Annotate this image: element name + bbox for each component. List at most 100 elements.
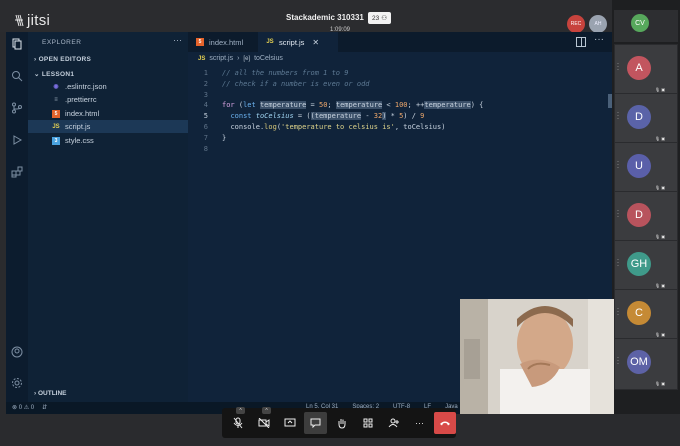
- explorer-header: EXPLORER: [42, 39, 82, 46]
- chevron-right-icon: ›: [237, 55, 240, 62]
- more-actions-icon[interactable]: ···: [594, 34, 604, 45]
- search-icon[interactable]: [9, 68, 25, 84]
- project-folder[interactable]: ⌄ LESSON1: [34, 70, 74, 78]
- chat-icon: [310, 418, 321, 428]
- file-style-css[interactable]: 3 style.css: [28, 134, 188, 147]
- project-folder-label: LESSON1: [41, 71, 75, 78]
- line-number: 3: [203, 90, 208, 99]
- jitsi-logo[interactable]: jitsi: [14, 12, 50, 29]
- local-video[interactable]: [460, 299, 614, 415]
- camera-off-icon: [258, 418, 269, 428]
- breadcrumb-symbol[interactable]: toCelsius: [254, 55, 283, 62]
- chat-button[interactable]: [304, 412, 327, 434]
- file-script-js[interactable]: JS script.js: [28, 120, 188, 133]
- prettier-icon: ≡: [54, 96, 58, 103]
- file-name: index.html: [65, 109, 100, 118]
- chevron-up-icon[interactable]: ^: [262, 407, 271, 414]
- participant-tile[interactable]: · · · C 🎙 ▣: [614, 289, 678, 341]
- variable-icon: [e]: [243, 55, 251, 62]
- participants-icon: ⚇: [381, 15, 388, 22]
- line-number: 7: [203, 133, 208, 142]
- account-icon[interactable]: [9, 344, 25, 360]
- outline-section[interactable]: › OUTLINE: [34, 390, 67, 397]
- eslint-icon: ◉: [53, 84, 59, 90]
- tile-menu-icon[interactable]: · · ·: [617, 306, 619, 318]
- file-name: .eslintrc.json: [65, 82, 107, 91]
- participant-tile[interactable]: · · · A 🎙 ▣: [614, 44, 678, 96]
- open-editors-label: OPEN EDITORS: [38, 56, 92, 63]
- code-line: 5 const toCelsius = ((temperature - 32) …: [188, 111, 612, 122]
- tile-menu-icon[interactable]: · · ·: [617, 355, 619, 367]
- status-left: ⊗ 0 ⚠ 0 ⇵: [12, 404, 47, 411]
- split-editor-icon[interactable]: [576, 37, 586, 47]
- tab-index-html[interactable]: 5 index.html: [188, 32, 258, 52]
- chevron-down-icon: ⌄: [34, 71, 40, 78]
- muted-status-icon: 🎙 ▣: [655, 87, 665, 92]
- source-control-icon[interactable]: [9, 100, 25, 116]
- mute-button[interactable]: ^: [226, 407, 249, 434]
- participant-count: 23: [372, 14, 380, 22]
- recording-badge: REC: [567, 15, 585, 33]
- raise-hand-button[interactable]: [330, 412, 353, 434]
- more-actions-icon[interactable]: ···: [173, 35, 182, 45]
- live-share-icon[interactable]: ⇵: [42, 404, 47, 411]
- code-line: 7}: [188, 133, 612, 144]
- more-button[interactable]: ···: [408, 412, 431, 434]
- muted-status-icon: 🎙 ▣: [655, 332, 665, 337]
- tile-menu-icon[interactable]: · · ·: [617, 61, 619, 73]
- invite-icon: [388, 418, 399, 428]
- participant-tile[interactable]: · · · U 🎙 ▣: [614, 142, 678, 194]
- invite-button[interactable]: [382, 412, 405, 434]
- participant-count-badge[interactable]: 23 ⚇: [368, 12, 392, 24]
- explorer-sidebar: EXPLORER ··· › OPEN EDITORS ⌄ LESSON1 ◉ …: [28, 32, 188, 402]
- tile-view-button[interactable]: [356, 412, 379, 434]
- code-line: 2// check if a number is even or odd: [188, 79, 612, 90]
- tile-menu-icon[interactable]: · · ·: [617, 208, 619, 220]
- participant-tile[interactable]: CV: [614, 10, 678, 42]
- file-eslintrc[interactable]: ◉ .eslintrc.json: [28, 80, 188, 93]
- participant-tile[interactable]: · · · GH 🎙 ▣: [614, 240, 678, 292]
- tab-script-js[interactable]: JS script.js ✕: [258, 32, 338, 52]
- file-index-html[interactable]: 5 index.html: [28, 107, 188, 120]
- avatar: GH: [627, 252, 651, 276]
- avatar: U: [627, 154, 651, 178]
- settings-gear-icon[interactable]: [9, 375, 25, 391]
- mic-off-icon: [233, 417, 242, 429]
- outline-label: OUTLINE: [37, 390, 67, 397]
- open-editors-section[interactable]: › OPEN EDITORS: [34, 56, 91, 63]
- meeting-toolbar: ^ ^ ···: [222, 407, 456, 438]
- line-number: 6: [203, 122, 208, 131]
- file-prettierrc[interactable]: ≡ .prettierrc: [28, 93, 188, 106]
- participant-tile[interactable]: · · · OM 🎙 ▣: [614, 338, 678, 390]
- breadcrumb-file[interactable]: script.js: [209, 55, 233, 62]
- run-debug-icon[interactable]: [9, 132, 25, 148]
- close-icon[interactable]: ✕: [312, 38, 319, 47]
- meeting-title: Stackademic 310331: [286, 13, 364, 22]
- jitsi-logo-text: jitsi: [27, 12, 51, 29]
- css-icon: 3: [52, 136, 60, 145]
- problems-indicator[interactable]: ⊗ 0 ⚠ 0: [12, 404, 34, 411]
- tile-menu-icon[interactable]: · · ·: [617, 159, 619, 171]
- js-icon: JS: [266, 39, 274, 45]
- chevron-right-icon: ›: [34, 390, 37, 397]
- tile-menu-icon[interactable]: · · ·: [617, 110, 619, 122]
- camera-button[interactable]: ^: [252, 407, 275, 434]
- webcam-person-image: [460, 299, 614, 415]
- code-line: 6 console.log('temperature to celsius is…: [188, 122, 612, 133]
- html-icon: 5: [196, 38, 204, 46]
- code-area[interactable]: 1// all the numbers from 1 to 9 2// chec…: [188, 68, 612, 154]
- participant-tile[interactable]: · · · D 🎙 ▣: [614, 93, 678, 145]
- screen-share-button[interactable]: [278, 412, 301, 434]
- editor-tabs: 5 index.html JS script.js ✕ ···: [188, 32, 612, 52]
- chevron-up-icon[interactable]: ^: [236, 407, 245, 414]
- self-avatar[interactable]: AH: [589, 15, 607, 33]
- file-name: script.js: [65, 122, 91, 131]
- tile-menu-icon[interactable]: · · ·: [617, 257, 619, 269]
- explorer-icon[interactable]: [9, 36, 25, 52]
- participant-tile[interactable]: · · · D 🎙 ▣: [614, 191, 678, 243]
- extensions-icon[interactable]: [9, 164, 25, 180]
- more-icon: ···: [415, 418, 424, 428]
- js-icon: JS: [198, 55, 206, 62]
- line-number: 2: [203, 79, 208, 88]
- hangup-button[interactable]: [434, 412, 456, 434]
